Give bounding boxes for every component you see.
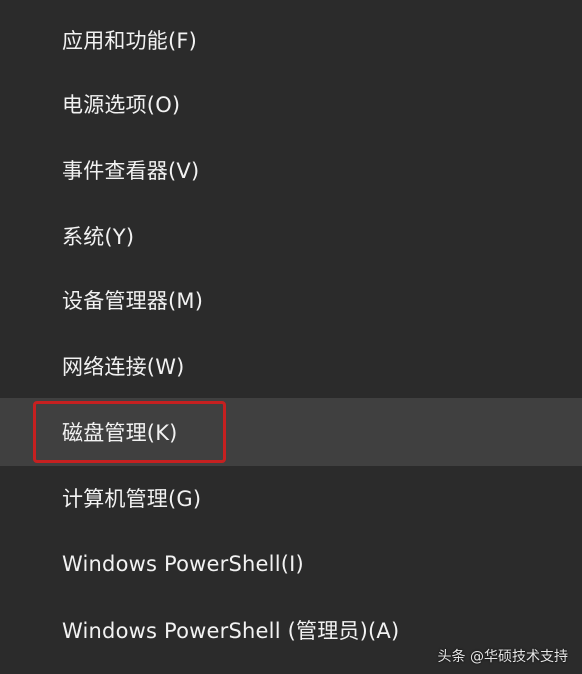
watermark: 头条 @华硕技术支持: [437, 649, 568, 665]
menu-item-label: 电源选项(O): [62, 93, 181, 117]
menu-item-label: 计算机管理(G): [62, 487, 202, 511]
menu-item-power-options[interactable]: 电源选项(O): [0, 72, 582, 136]
menu-item-label: 磁盘管理(K): [62, 421, 178, 445]
menu-item-network-connections[interactable]: 网络连接(W): [0, 334, 582, 398]
menu-item-device-manager[interactable]: 设备管理器(M): [0, 268, 582, 332]
menu-item-event-viewer[interactable]: 事件查看器(V): [0, 138, 582, 202]
menu-item-label: 系统(Y): [62, 225, 135, 249]
context-menu: 应用和功能(F) 电源选项(O) 事件查看器(V) 系统(Y) 设备管理器(M)…: [0, 0, 582, 674]
menu-item-system[interactable]: 系统(Y): [0, 204, 582, 268]
menu-item-disk-management[interactable]: 磁盘管理(K): [0, 398, 582, 466]
menu-item-windows-powershell[interactable]: Windows PowerShell(I): [0, 532, 582, 596]
menu-item-label: 网络连接(W): [62, 355, 185, 379]
menu-item-label: Windows PowerShell(I): [62, 552, 304, 576]
menu-item-label: Windows PowerShell (管理员)(A): [62, 619, 400, 643]
menu-item-apps-and-features[interactable]: 应用和功能(F): [0, 8, 582, 72]
menu-item-label: 事件查看器(V): [62, 159, 200, 183]
menu-item-label: 应用和功能(F): [62, 29, 198, 53]
menu-item-computer-management[interactable]: 计算机管理(G): [0, 466, 582, 530]
menu-item-label: 设备管理器(M): [62, 289, 204, 313]
